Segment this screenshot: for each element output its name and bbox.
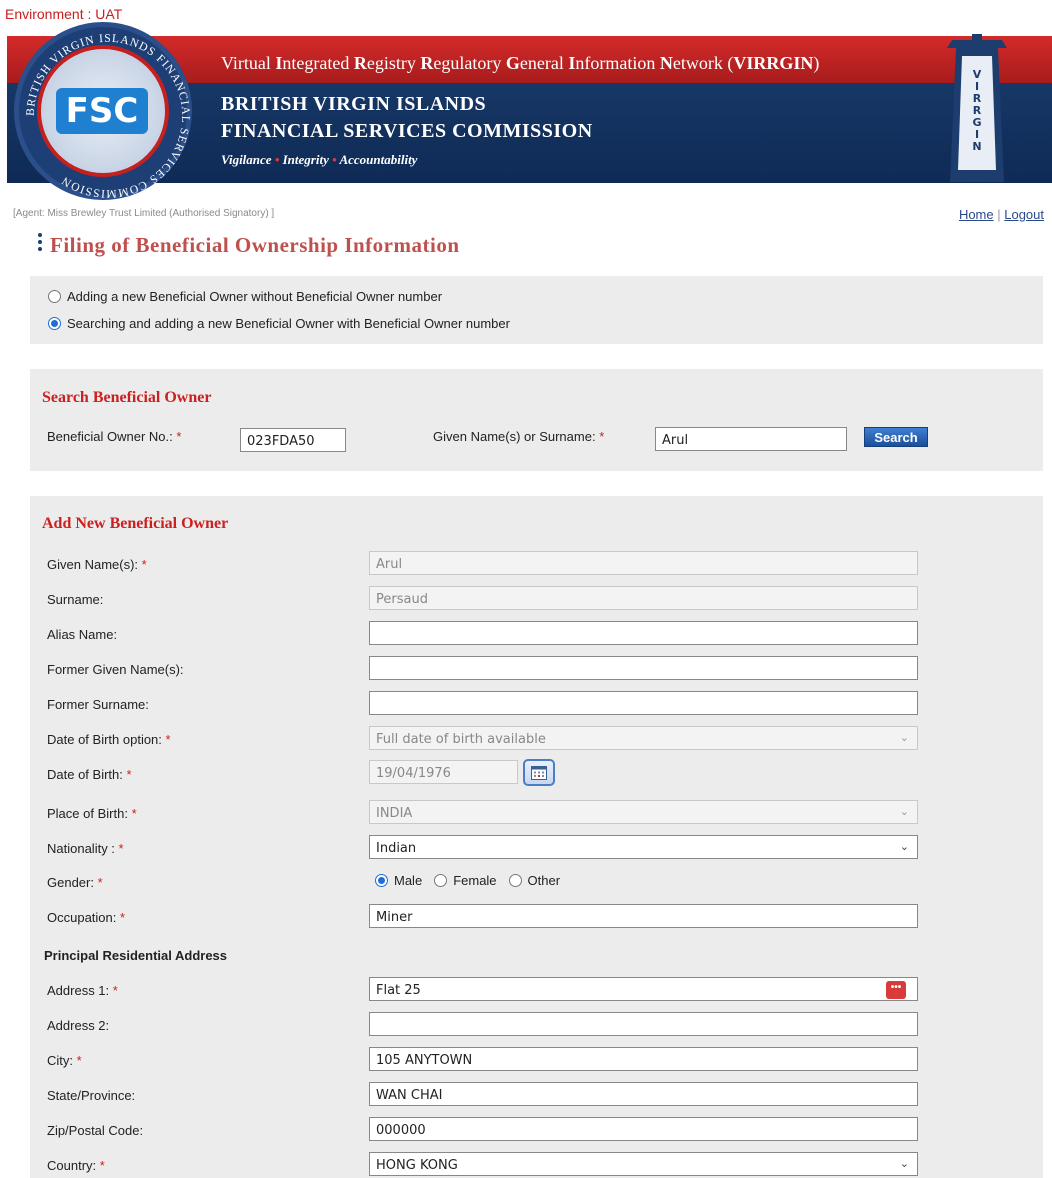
svg-text:VIRRGIN: VIRRGIN bbox=[972, 68, 981, 153]
chevron-down-icon: ⌄ bbox=[899, 840, 909, 853]
address1-label: Address 1: * bbox=[47, 983, 118, 998]
gender-male-radio[interactable] bbox=[375, 874, 388, 887]
chevron-down-icon: ⌄ bbox=[899, 805, 909, 818]
page-title: Filing of Beneficial Ownership Informati… bbox=[50, 233, 460, 257]
fsc-logo-text: FSC bbox=[56, 88, 148, 134]
mode-option-new[interactable]: Adding a new Beneficial Owner without Be… bbox=[48, 289, 442, 304]
gender-label: Gender: * bbox=[47, 875, 103, 890]
chevron-down-icon: ⌄ bbox=[899, 731, 909, 744]
zip-input[interactable]: 000000 bbox=[369, 1117, 918, 1141]
nationality-label: Nationality : * bbox=[47, 841, 124, 856]
zip-label: Zip/Postal Code: bbox=[47, 1123, 144, 1138]
alias-label: Alias Name: bbox=[47, 627, 118, 642]
occupation-input[interactable]: Miner bbox=[369, 904, 918, 928]
org-name-line1: BRITISH VIRGIN ISLANDS bbox=[221, 93, 487, 115]
city-label: City: * bbox=[47, 1053, 82, 1068]
logout-link[interactable]: Logout bbox=[1004, 207, 1044, 222]
pob-label: Place of Birth: * bbox=[47, 806, 137, 821]
dob-option-label: Date of Birth option: * bbox=[47, 732, 171, 747]
nationality-select[interactable]: Indian ⌄ bbox=[369, 835, 918, 859]
search-section-title: Search Beneficial Owner bbox=[42, 389, 212, 406]
city-input[interactable]: 105 ANYTOWN bbox=[369, 1047, 918, 1071]
search-name-input[interactable]: Arul bbox=[655, 427, 847, 451]
chevron-down-icon: ⌄ bbox=[899, 1157, 909, 1170]
given-names-label: Given Name(s): * bbox=[47, 557, 147, 572]
address-section-heading: Principal Residential Address bbox=[44, 948, 228, 963]
bo-number-label: Beneficial Owner No.: * bbox=[47, 429, 182, 444]
address1-input[interactable]: Flat 25 bbox=[369, 977, 918, 1001]
pob-select[interactable]: INDIA ⌄ bbox=[369, 800, 918, 824]
surname-input[interactable]: Persaud bbox=[369, 586, 918, 610]
add-owner-section-title: Add New Beneficial Owner bbox=[42, 515, 229, 532]
search-name-label: Given Name(s) or Surname: * bbox=[433, 429, 605, 444]
lighthouse-logo: VIRRGIN FSC bbox=[947, 34, 1007, 182]
gender-other-radio[interactable] bbox=[508, 874, 522, 887]
search-panel bbox=[30, 369, 1043, 471]
former-given-input[interactable] bbox=[369, 656, 918, 680]
state-input[interactable]: WAN CHAI bbox=[369, 1082, 918, 1106]
environment-label: Environment : UAT bbox=[5, 6, 123, 22]
top-nav: Home | Logout bbox=[958, 207, 1044, 222]
country-select[interactable]: HONG KONG ⌄ bbox=[369, 1152, 918, 1176]
state-label: State/Province: bbox=[47, 1088, 136, 1103]
org-name-line2: FINANCIAL SERVICES COMMISSION bbox=[221, 120, 593, 142]
calendar-button[interactable] bbox=[523, 759, 555, 786]
former-surname-input[interactable] bbox=[369, 691, 918, 715]
radio-icon[interactable] bbox=[48, 290, 61, 303]
title-bullet-icon bbox=[38, 233, 42, 259]
header-tagline: Virtual Integrated Registry Regulatory G… bbox=[221, 53, 820, 73]
given-names-input[interactable]: Arul bbox=[369, 551, 918, 575]
country-label: Country: * bbox=[47, 1158, 105, 1173]
dob-label: Date of Birth: * bbox=[47, 767, 132, 782]
agent-info: [Agent: Miss Brewley Trust Limited (Auth… bbox=[13, 208, 275, 219]
more-icon[interactable]: ••• bbox=[886, 981, 906, 999]
svg-text:FSC: FSC bbox=[966, 170, 987, 181]
occupation-label: Occupation: * bbox=[47, 910, 126, 925]
mode-panel bbox=[30, 276, 1043, 344]
surname-label: Surname: bbox=[47, 592, 104, 607]
address2-input[interactable] bbox=[369, 1012, 918, 1036]
bo-number-input[interactable]: 023FDA50 bbox=[240, 428, 346, 452]
gender-radio-group: Male Female Other bbox=[375, 873, 572, 888]
address2-label: Address 2: bbox=[47, 1018, 110, 1033]
gender-female-radio[interactable] bbox=[434, 874, 448, 887]
dob-option-select[interactable]: Full date of birth available ⌄ bbox=[369, 726, 918, 750]
dob-input[interactable]: 19/04/1976 bbox=[369, 760, 518, 784]
former-given-label: Former Given Name(s): bbox=[47, 662, 184, 677]
search-button[interactable]: Search bbox=[864, 427, 928, 447]
former-surname-label: Former Surname: bbox=[47, 697, 149, 712]
header-motto: Vigilance • Integrity • Accountability bbox=[221, 152, 418, 167]
mode-option-search[interactable]: Searching and adding a new Beneficial Ow… bbox=[48, 316, 510, 331]
calendar-icon bbox=[531, 766, 547, 780]
alias-input[interactable] bbox=[369, 621, 918, 645]
home-link[interactable]: Home bbox=[959, 207, 994, 222]
radio-selected-icon[interactable] bbox=[48, 317, 61, 330]
